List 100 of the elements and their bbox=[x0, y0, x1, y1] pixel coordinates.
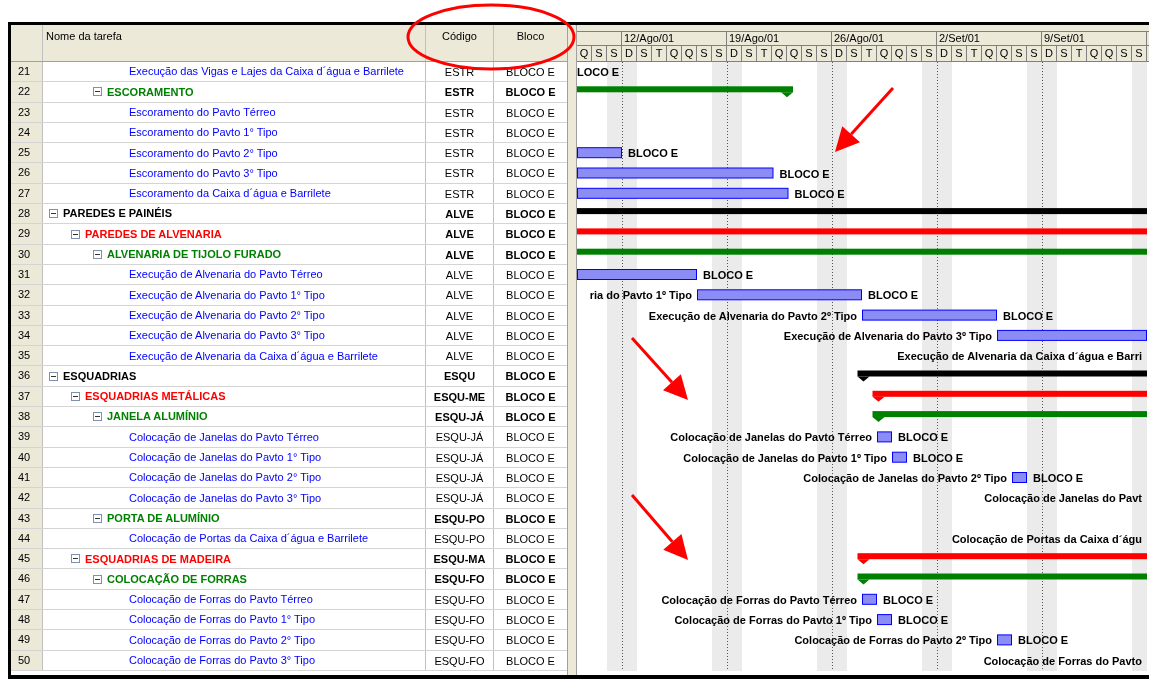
table-cell: ALVE bbox=[426, 325, 494, 346]
task-bar[interactable] bbox=[697, 289, 862, 301]
table-cell-text: BLOCO E bbox=[505, 450, 556, 466]
row-number: 49 bbox=[11, 630, 43, 650]
task-name: Colocação de Janelas do Pavto 3° Tipo bbox=[129, 490, 322, 506]
collapse-icon[interactable] bbox=[93, 87, 102, 97]
row-number: 44 bbox=[11, 528, 43, 549]
collapse-icon[interactable] bbox=[71, 391, 80, 401]
task-bar[interactable] bbox=[862, 593, 877, 605]
table-cell-text: BLOCO E bbox=[505, 592, 556, 608]
timescale-label: 12/Ago/01 bbox=[622, 32, 727, 45]
day-label: T bbox=[967, 46, 982, 61]
task-name: COLOCAÇÃO DE FORRAS bbox=[107, 571, 247, 587]
collapse-icon[interactable] bbox=[49, 209, 58, 219]
timescale-label: 2/Set/01 bbox=[937, 32, 1042, 45]
task-bar[interactable] bbox=[577, 269, 697, 280]
task-name: Execução de Alvenaria da Caixa d´água e Barrilete bbox=[129, 348, 378, 364]
day-label: D bbox=[1042, 46, 1057, 61]
task-name: Colocação de Janelas do Pavto 1° Tipo bbox=[129, 450, 322, 466]
day-label: Q bbox=[892, 46, 907, 61]
bar-label: Colocação de Forras do Pavto 2º Tipo bbox=[794, 634, 992, 647]
task-bar[interactable] bbox=[997, 634, 1012, 646]
annotation-arrow bbox=[630, 336, 690, 402]
task-bar[interactable] bbox=[577, 147, 622, 159]
row-number: 39 bbox=[11, 427, 43, 447]
day-label: S bbox=[1132, 46, 1147, 61]
row-number: 33 bbox=[11, 305, 43, 325]
table-cell-text: BLOCO E bbox=[505, 105, 556, 121]
table-cell: ALVE bbox=[426, 285, 494, 305]
collapse-icon[interactable] bbox=[71, 554, 80, 564]
table-cell-text: BLOCO E bbox=[505, 633, 556, 649]
row-number: 26 bbox=[11, 163, 43, 183]
task-bar[interactable] bbox=[877, 431, 892, 443]
day-label: Q bbox=[1087, 46, 1102, 61]
task-bar[interactable] bbox=[997, 329, 1147, 341]
table-cell-text: BLOCO E bbox=[504, 85, 557, 101]
row-number: 25 bbox=[11, 143, 43, 163]
task-name: Colocação de Janelas do Pavto Térreo bbox=[129, 429, 319, 445]
collapse-icon[interactable] bbox=[93, 513, 102, 523]
task-name: Colocação de Janelas do Pavto 2° Tipo bbox=[129, 470, 322, 486]
collapse-icon[interactable] bbox=[49, 371, 58, 381]
bar-label: BLOCO E bbox=[1033, 472, 1084, 484]
bar-label: Colocação de Portas da Caixa d´águ bbox=[951, 532, 1142, 545]
task-name: ESQUADRIAS bbox=[63, 368, 137, 384]
column-header[interactable]: Código bbox=[426, 25, 494, 61]
row-number: 48 bbox=[11, 610, 43, 630]
task-name: Escoramento do Pavto Térreo bbox=[129, 105, 276, 120]
table-cell-text: BLOCO E bbox=[505, 613, 556, 628]
bar-label: BLOCO E bbox=[883, 593, 934, 606]
day-label: Q bbox=[577, 46, 592, 61]
day-label: Q bbox=[997, 46, 1012, 61]
task-bar[interactable] bbox=[877, 614, 892, 626]
bar-label: BLOCO E bbox=[898, 431, 949, 444]
bar-label: BLOCO E bbox=[898, 614, 949, 627]
column-header[interactable]: Nome da tarefa bbox=[43, 25, 426, 61]
task-bar[interactable] bbox=[1012, 472, 1027, 483]
row-number: 47 bbox=[11, 589, 43, 609]
task-name: Escoramento do Pavto 3° Tipo bbox=[129, 165, 278, 181]
timescale-label: 9/Set/01 bbox=[1042, 32, 1147, 45]
bar-label: Colocação de Forras do Pavto bbox=[983, 654, 1142, 667]
table-cell-text: BLOCO E bbox=[505, 491, 556, 507]
task-bar[interactable] bbox=[577, 187, 789, 199]
day-label: S bbox=[817, 46, 832, 61]
task-name: ESQUADRIAS METÁLICAS bbox=[85, 389, 226, 405]
task-name: Escoramento do Pavto 2° Tipo bbox=[129, 145, 278, 161]
day-label: S bbox=[847, 46, 862, 61]
collapse-icon[interactable] bbox=[71, 229, 80, 239]
task-name: Execução de Alvenaria do Pavto 3° Tipo bbox=[129, 328, 325, 344]
table-cell: ESQU-PO bbox=[426, 508, 494, 528]
table-cell: ALVE bbox=[426, 244, 494, 264]
bar-label: BLOCO E bbox=[1003, 309, 1054, 322]
day-label: S bbox=[1117, 46, 1132, 61]
row-number: 30 bbox=[11, 244, 43, 264]
day-label: Q bbox=[772, 46, 787, 61]
table-cell: ALVE bbox=[426, 346, 494, 366]
table-cell-text: BLOCO E bbox=[505, 146, 556, 162]
collapse-icon[interactable] bbox=[93, 249, 102, 259]
task-name: Execução de Alvenaria do Pavto 2° Tipo bbox=[129, 307, 325, 323]
task-bar[interactable] bbox=[892, 451, 907, 463]
day-label: S bbox=[592, 46, 607, 61]
column-header[interactable]: Bloco bbox=[494, 25, 567, 61]
day-label: S bbox=[1012, 46, 1027, 61]
table-cell: ESQU bbox=[426, 366, 494, 386]
table-cell-text: BLOCO E bbox=[505, 166, 556, 182]
bar-label: Colocação de Janelas do Pavto 1º Tipo bbox=[683, 451, 887, 464]
collapse-icon[interactable] bbox=[93, 574, 102, 584]
annotation-arrow bbox=[630, 493, 690, 562]
row-number: 40 bbox=[11, 447, 43, 467]
table-cell: ESTR bbox=[426, 183, 494, 204]
bar-label: BLOCO E bbox=[913, 451, 964, 464]
annotation-arrow bbox=[833, 86, 895, 154]
table-cell: ESQU-JÁ bbox=[426, 488, 494, 508]
task-name: PAREDES E PAINÉIS bbox=[63, 206, 172, 222]
collapse-icon[interactable] bbox=[93, 412, 102, 422]
table-cell: ESQU-ME bbox=[426, 386, 494, 407]
bar-label: BLOCO E bbox=[779, 167, 830, 180]
table-cell-text: BLOCO E bbox=[505, 470, 556, 486]
table-cell-text: BLOCO E bbox=[504, 410, 557, 426]
row-number: 45 bbox=[11, 549, 43, 569]
table-cell-text: BLOCO E bbox=[504, 369, 557, 385]
